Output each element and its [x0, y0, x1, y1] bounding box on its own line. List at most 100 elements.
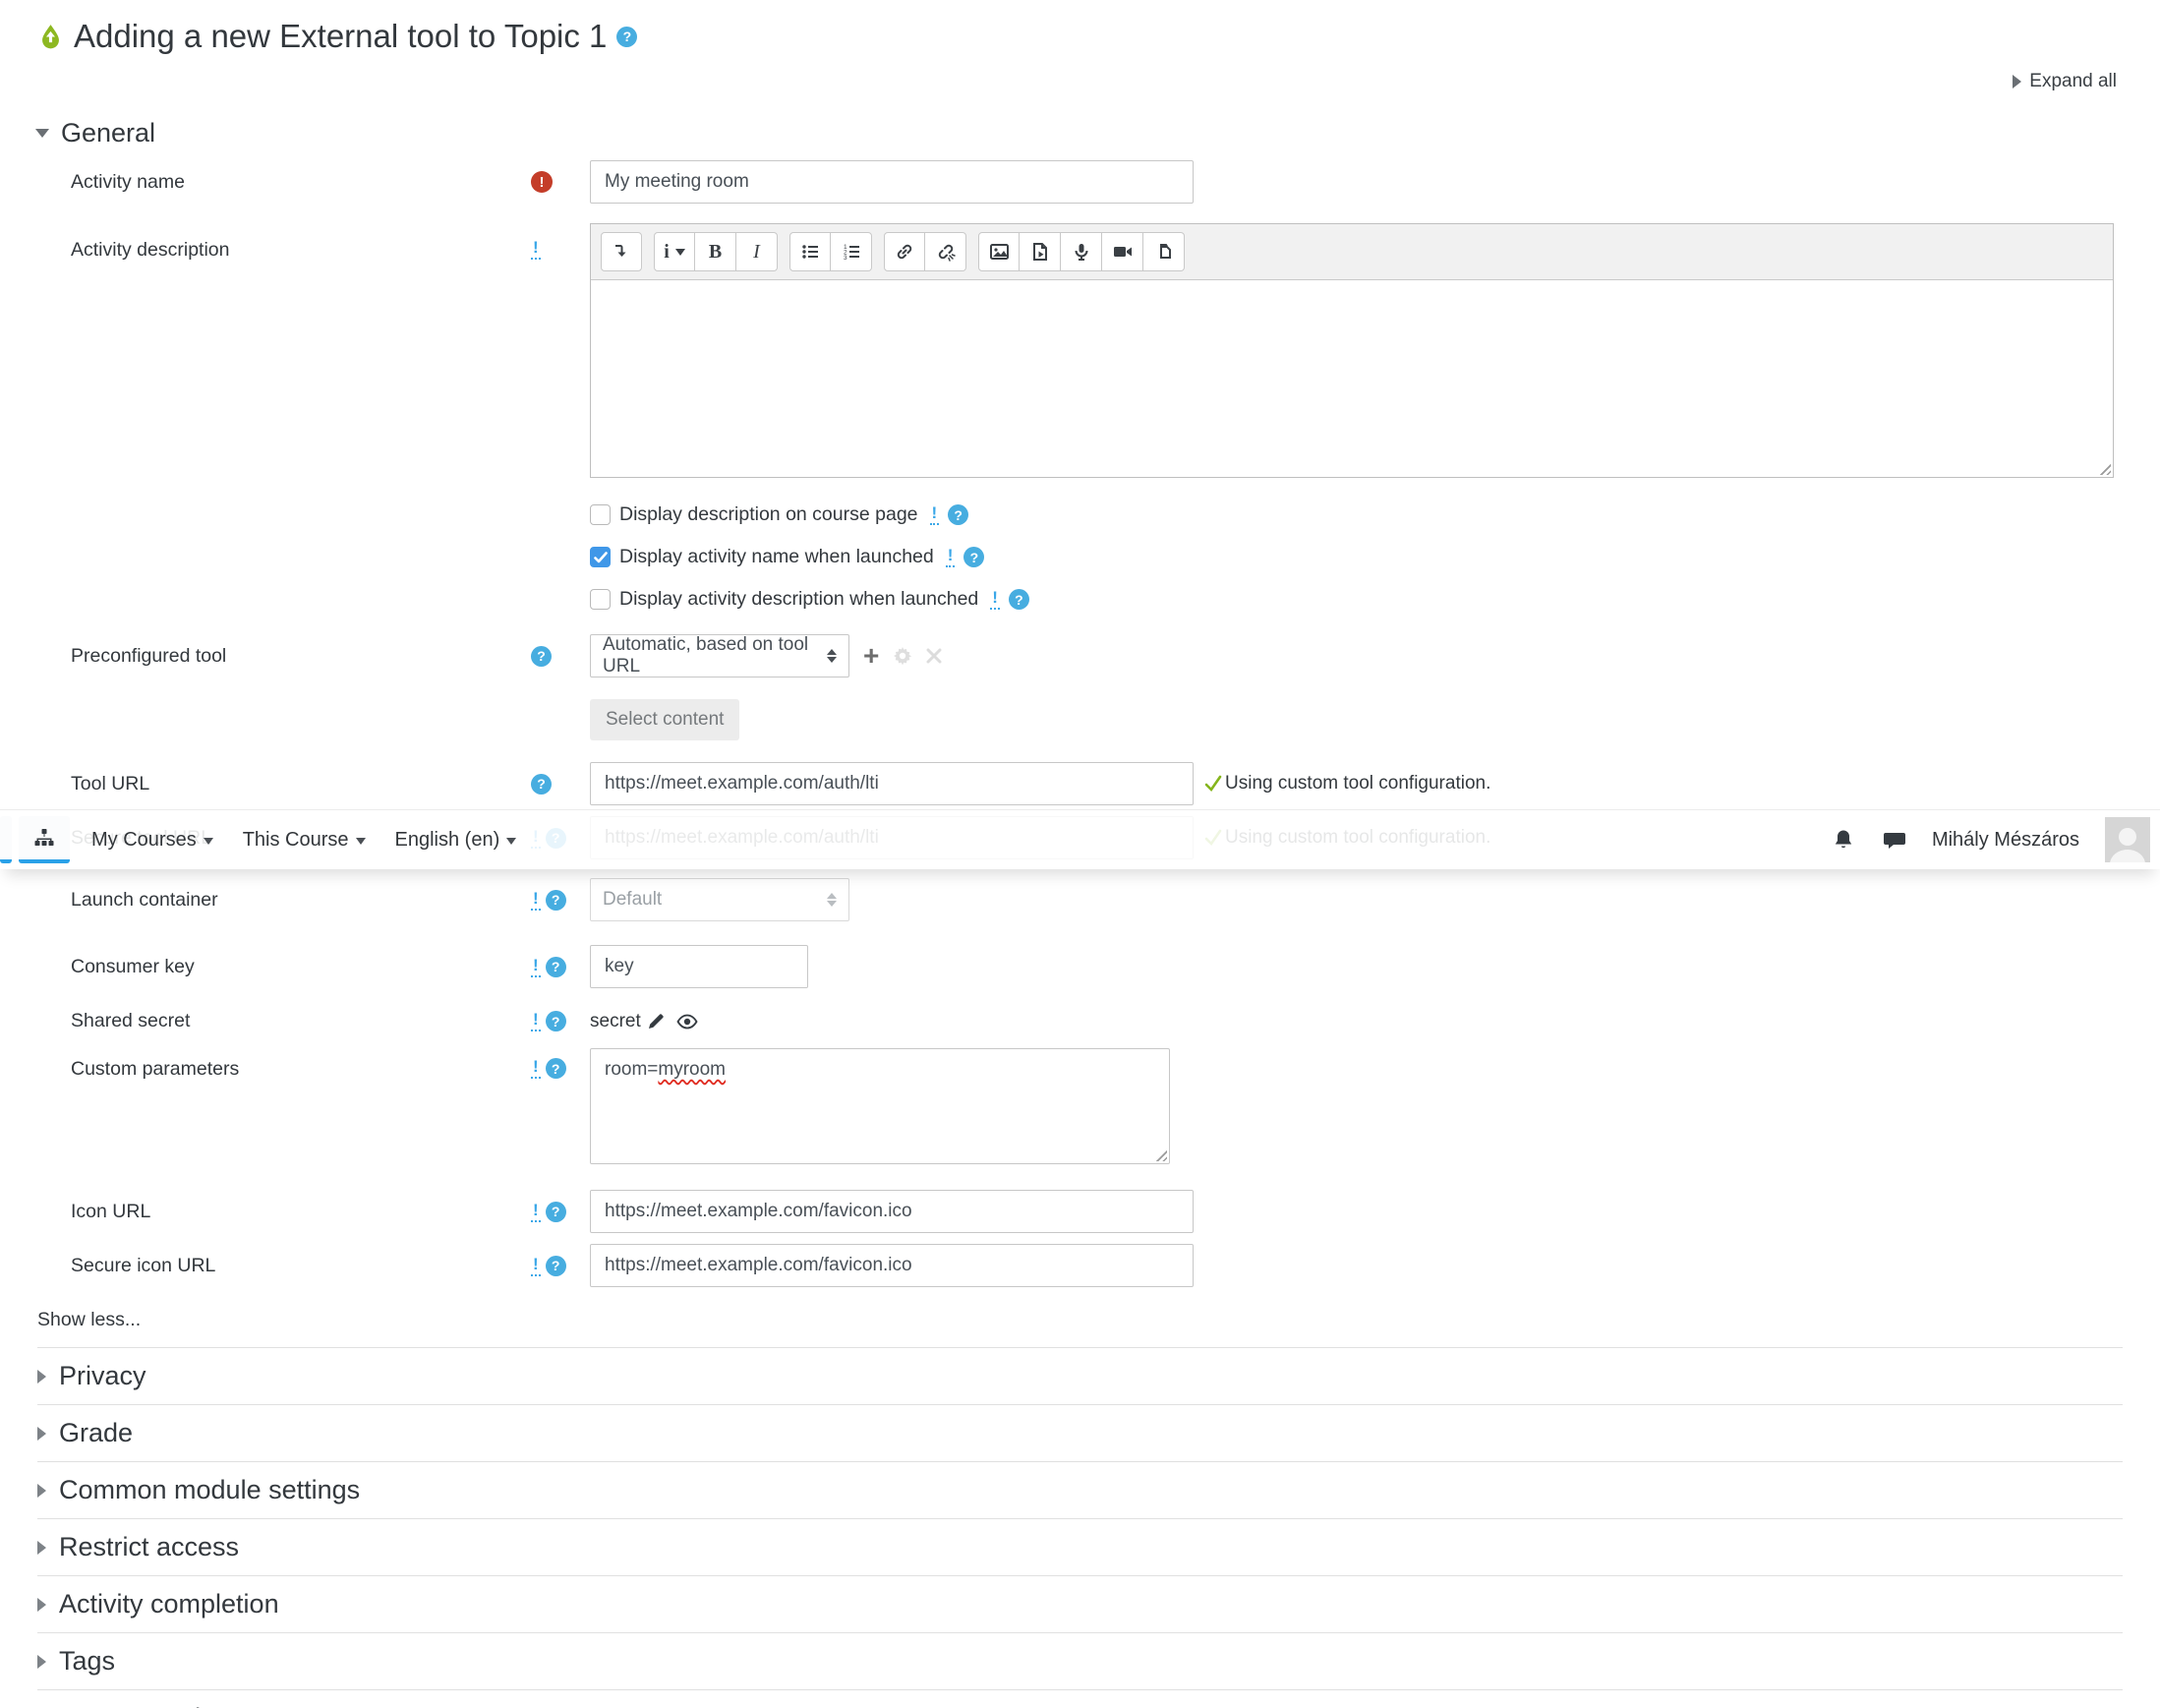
consumer-key-input[interactable]	[590, 945, 808, 988]
section-tags[interactable]: Tags	[37, 1633, 2123, 1690]
help-icon[interactable]: ?	[545, 1255, 566, 1276]
activity-name-label: Activity name	[71, 170, 185, 193]
section-common-module-settings[interactable]: Common module settings	[37, 1462, 2123, 1519]
chevron-down-icon	[506, 838, 517, 845]
custom-parameters-label: Custom parameters	[71, 1058, 240, 1080]
help-icon[interactable]: ?	[963, 547, 985, 567]
help-icon[interactable]: ?	[531, 645, 552, 667]
record-audio-button[interactable]	[1061, 232, 1102, 271]
misspelled-word: myroom	[658, 1059, 727, 1080]
edit-tool-gear-icon	[893, 646, 912, 666]
shared-secret-label: Shared secret	[71, 1010, 191, 1031]
chevron-right-icon	[37, 1483, 46, 1498]
sitemap-icon	[33, 827, 55, 849]
help-icon[interactable]: ?	[531, 773, 552, 795]
ordered-list-button[interactable]: 123	[831, 232, 872, 271]
shared-secret-value: secret	[590, 1010, 641, 1031]
launch-container-label: Launch container	[71, 888, 218, 911]
help-icon[interactable]: ?	[545, 1011, 566, 1031]
edit-pencil-icon[interactable]	[647, 1013, 665, 1031]
help-icon[interactable]: ?	[616, 26, 638, 47]
section-grade[interactable]: Grade	[37, 1405, 2123, 1462]
chevron-right-icon	[37, 1426, 46, 1441]
advanced-field-icon[interactable]: !	[531, 239, 541, 260]
chevron-right-icon	[2013, 75, 2022, 88]
page-header: Adding a new External tool to Topic 1 ?	[0, 0, 2160, 55]
insert-image-button[interactable]	[978, 232, 1020, 271]
collapse-toolbar-button[interactable]	[601, 232, 642, 271]
tool-url-label: Tool URL	[71, 772, 150, 795]
user-name[interactable]: Mihály Mészáros	[1932, 829, 2079, 852]
secure-icon-url-label: Secure icon URL	[71, 1254, 216, 1276]
messages-icon[interactable]	[1881, 828, 1906, 852]
help-icon[interactable]: ?	[545, 956, 566, 977]
nav-menu-this-course[interactable]: This Course	[243, 829, 366, 852]
select-content-button[interactable]: Select content	[590, 699, 740, 740]
advanced-field-icon[interactable]: !	[531, 1058, 541, 1079]
section-privacy[interactable]: Privacy	[37, 1348, 2123, 1405]
chevron-right-icon	[37, 1369, 46, 1384]
styles-dropdown-button[interactable]: i	[654, 232, 695, 271]
chevron-right-icon	[37, 1540, 46, 1555]
editor-toolbar: i B I 123	[591, 224, 2113, 280]
advanced-field-icon[interactable]: !	[990, 589, 1000, 610]
tool-url-input[interactable]	[590, 762, 1194, 805]
advanced-field-icon[interactable]: !	[929, 504, 940, 525]
checkbox-label: Display description on course page	[619, 503, 918, 525]
show-secret-eye-icon[interactable]	[676, 1014, 698, 1030]
custom-parameters-textarea[interactable]: room=myroom	[590, 1048, 1170, 1164]
insert-media-button[interactable]	[1020, 232, 1061, 271]
help-icon[interactable]: ?	[545, 1058, 566, 1079]
unlink-button[interactable]	[925, 232, 966, 271]
page: Adding a new External tool to Topic 1 ? …	[0, 0, 2160, 1708]
collapsed-sections: Privacy Grade Common module settings Res…	[37, 1347, 2123, 1708]
help-icon[interactable]: ?	[948, 504, 969, 525]
display-description-checkbox[interactable]	[590, 504, 611, 525]
advanced-field-icon[interactable]: !	[945, 547, 956, 567]
record-video-button[interactable]	[1102, 232, 1143, 271]
section-general-header[interactable]: General	[0, 92, 2160, 148]
bold-button[interactable]: B	[695, 232, 736, 271]
advanced-field-icon: !	[531, 890, 541, 911]
notifications-bell-icon[interactable]	[1832, 828, 1855, 852]
delete-tool-icon	[926, 648, 942, 664]
checkbox-label: Display activity description when launch…	[619, 588, 979, 610]
page-title: Adding a new External tool to Topic 1	[74, 18, 608, 54]
icon-url-input[interactable]	[590, 1190, 1194, 1233]
help-icon[interactable]: ?	[1008, 589, 1029, 610]
advanced-field-icon[interactable]: !	[531, 957, 541, 977]
rich-text-editor: i B I 123	[590, 223, 2114, 478]
manage-files-button[interactable]	[1143, 232, 1185, 271]
advanced-field-icon[interactable]: !	[531, 1256, 541, 1276]
help-icon: ?	[545, 889, 566, 911]
section-activity-completion[interactable]: Activity completion	[37, 1576, 2123, 1633]
display-activity-name-checkbox[interactable]	[590, 547, 611, 567]
nav-menu-my-courses[interactable]: My Courses	[91, 829, 213, 852]
italic-button[interactable]: I	[736, 232, 778, 271]
add-tool-icon[interactable]: +	[863, 642, 879, 670]
select-caret-icon	[827, 893, 837, 907]
select-caret-icon	[827, 649, 837, 663]
nav-tab-sitemap[interactable]	[19, 816, 70, 863]
activity-name-input[interactable]	[590, 160, 1194, 204]
nav-menu-language[interactable]: English (en)	[395, 829, 517, 852]
unordered-list-button[interactable]	[789, 232, 831, 271]
link-button[interactable]	[884, 232, 925, 271]
advanced-field-icon[interactable]: !	[531, 1011, 541, 1031]
section-restrict-access[interactable]: Restrict access	[37, 1519, 2123, 1576]
nav-tab-partial[interactable]	[0, 816, 12, 863]
avatar[interactable]	[2105, 817, 2150, 862]
display-activity-description-checkbox[interactable]	[590, 589, 611, 610]
help-icon[interactable]: ?	[545, 1201, 566, 1222]
expand-all-link[interactable]: Expand all	[2013, 71, 2117, 92]
chevron-down-icon	[35, 129, 49, 138]
resize-grip-icon	[1153, 1148, 1167, 1161]
section-competencies[interactable]: Competencies	[37, 1690, 2123, 1708]
consumer-key-label: Consumer key	[71, 955, 195, 977]
secure-icon-url-input[interactable]	[590, 1244, 1194, 1287]
preconfigured-tool-select[interactable]: Automatic, based on tool URL	[590, 634, 849, 677]
advanced-field-icon[interactable]: !	[531, 1202, 541, 1222]
editor-content-area[interactable]	[591, 280, 2113, 477]
show-less-link[interactable]: Show less...	[37, 1309, 2160, 1347]
navbar: My Courses This Course English (en) Mihá…	[0, 809, 2160, 869]
